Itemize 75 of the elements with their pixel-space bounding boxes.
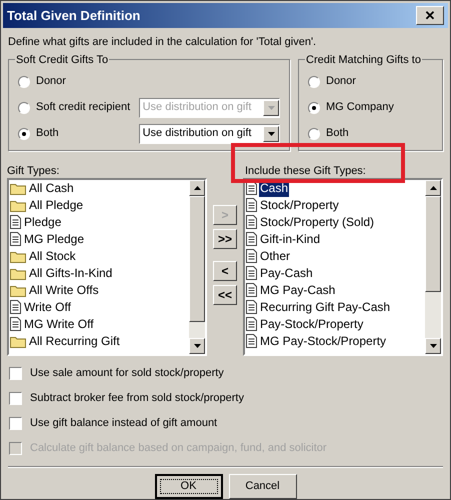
radio-label[interactable]: Both bbox=[36, 125, 139, 142]
folder-icon bbox=[10, 266, 26, 280]
document-icon bbox=[10, 215, 21, 229]
radio-button[interactable] bbox=[308, 128, 320, 140]
radio-label[interactable]: Soft credit recipient bbox=[36, 99, 139, 116]
dialog-button[interactable]: Cancel bbox=[228, 474, 296, 498]
document-icon bbox=[10, 300, 21, 314]
list-item[interactable]: All Gifts-In-Kind bbox=[28, 264, 114, 282]
list-item[interactable]: All Cash bbox=[28, 180, 75, 197]
document-icon bbox=[10, 232, 21, 246]
list-item[interactable]: Write Off bbox=[23, 298, 72, 316]
move-button[interactable]: << bbox=[213, 284, 237, 304]
list-item[interactable]: Recurring Gift Pay-Cash bbox=[259, 298, 392, 316]
list-item[interactable]: All Write Offs bbox=[28, 281, 100, 299]
move-button[interactable]: < bbox=[213, 260, 237, 280]
checkbox[interactable] bbox=[9, 417, 22, 430]
radio-button[interactable] bbox=[18, 76, 30, 88]
list-label: Gift Types: bbox=[7, 164, 60, 178]
radio-button[interactable] bbox=[308, 102, 320, 114]
dialog-button[interactable]: OK bbox=[154, 474, 222, 498]
folder-icon bbox=[10, 198, 26, 212]
document-icon bbox=[246, 198, 257, 212]
document-icon bbox=[10, 317, 21, 331]
list-item[interactable]: Gift-in-Kind bbox=[259, 230, 322, 248]
gift-type-list[interactable]: Cash Stock/Property Stock/Property (Sold) Gift-in-Kind Other Pay-Cash MG Pay-Cash Recurring Gift Pay-Cash Pay-Stock/Property MG Pay-Stock/Property bbox=[243, 178, 443, 356]
radio-label[interactable]: Donor bbox=[36, 73, 142, 90]
scroll-down-icon[interactable] bbox=[194, 344, 200, 348]
radio-button[interactable] bbox=[18, 102, 30, 114]
list-item[interactable]: Pledge bbox=[23, 213, 62, 231]
radio-button[interactable] bbox=[18, 128, 30, 140]
scroll-down-icon[interactable] bbox=[430, 344, 436, 348]
list-item[interactable]: MG Pledge bbox=[23, 230, 86, 248]
list-label: Include these Gift Types: bbox=[244, 164, 367, 178]
document-icon bbox=[246, 300, 257, 314]
document-icon bbox=[246, 232, 257, 246]
folder-icon bbox=[10, 250, 26, 262]
checkbox-label[interactable]: Use sale amount for sold stock/property bbox=[30, 365, 224, 382]
scroll-up-icon[interactable] bbox=[194, 186, 200, 190]
list-item[interactable]: Pay-Cash bbox=[259, 264, 314, 282]
document-icon bbox=[246, 334, 257, 348]
close-button[interactable]: ✕ bbox=[416, 6, 444, 25]
document-icon bbox=[246, 266, 257, 280]
list-item[interactable]: MG Pay-Stock/Property bbox=[259, 332, 388, 350]
checkbox-label[interactable]: Subtract broker fee from sold stock/property bbox=[30, 390, 244, 407]
radio-label[interactable]: Donor bbox=[326, 73, 356, 90]
list-item[interactable]: All Recurring Gift bbox=[28, 332, 121, 350]
list-item[interactable]: MG Pay-Cash bbox=[259, 281, 336, 299]
list-item[interactable]: All Stock bbox=[28, 247, 77, 265]
description-text: Define what gifts are included in the calculation for 'Total given'. bbox=[8, 36, 316, 48]
list-item[interactable]: Stock/Property bbox=[259, 196, 340, 214]
gift-type-list[interactable]: All Cash All Pledge Pledge MG Pledge All Stock All Gifts-In-Kind All Write Offs Write Off MG Write Off All Recurring Gift bbox=[7, 178, 207, 356]
list-item[interactable]: Pay-Stock/Property bbox=[259, 315, 364, 333]
checkbox[interactable] bbox=[9, 367, 22, 380]
scrollbar[interactable] bbox=[189, 180, 205, 354]
move-button[interactable]: >> bbox=[213, 228, 237, 248]
document-icon bbox=[246, 215, 257, 229]
document-icon bbox=[246, 283, 257, 297]
radio-label[interactable]: MG Company bbox=[326, 99, 394, 116]
document-icon bbox=[246, 249, 257, 263]
folder-icon bbox=[10, 284, 26, 296]
scrollbar[interactable] bbox=[425, 180, 441, 354]
checkbox[interactable] bbox=[9, 392, 22, 405]
radio-button[interactable] bbox=[308, 76, 320, 88]
list-item[interactable]: MG Write Off bbox=[23, 315, 95, 333]
list-item[interactable]: All Pledge bbox=[28, 196, 84, 214]
scroll-up-icon[interactable] bbox=[430, 186, 436, 190]
distribution-dropdown[interactable]: Use distribution on gift bbox=[138, 124, 280, 144]
radio-label[interactable]: Both bbox=[326, 125, 349, 142]
checkbox-label[interactable]: Use gift balance instead of gift amount bbox=[30, 415, 218, 432]
list-item[interactable]: Other bbox=[259, 247, 292, 265]
document-icon bbox=[246, 317, 257, 331]
window-title: Total Given Definition bbox=[7, 6, 140, 25]
list-item[interactable]: Stock/Property (Sold) bbox=[259, 213, 376, 231]
folder-icon bbox=[10, 334, 26, 348]
folder-icon bbox=[10, 182, 26, 194]
